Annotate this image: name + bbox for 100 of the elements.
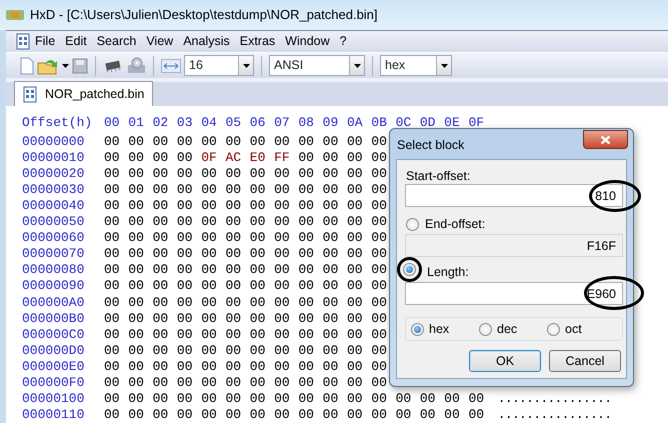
- row-offset: 00000080: [22, 262, 86, 278]
- hex-byte: 00: [298, 262, 315, 278]
- close-icon: [600, 134, 611, 144]
- hex-byte: 00: [298, 406, 315, 423]
- hex-byte: 00: [128, 182, 145, 198]
- dialog-button[interactable]: Cancel: [549, 350, 621, 372]
- file-tab[interactable]: NOR_patched.bin: [14, 81, 154, 106]
- hex-byte: 00: [322, 198, 340, 214]
- offset-field[interactable]: E960: [405, 282, 623, 305]
- menu-item[interactable]: Search: [92, 32, 142, 51]
- hex-byte: 00: [104, 246, 121, 262]
- field-label: dec: [497, 322, 518, 337]
- dropdown-icon[interactable]: [354, 64, 360, 68]
- hex-byte: 00: [468, 406, 486, 423]
- window-title: HxD - [C:\Users\Julien\Desktop\testdump\NOR_patched.bin]: [30, 6, 378, 24]
- hex-byte: 00: [444, 390, 461, 407]
- hex-byte: 00: [322, 166, 340, 182]
- menu-item[interactable]: Window: [280, 32, 335, 51]
- hex-byte: 00: [176, 294, 194, 311]
- row-offset: 00000020: [22, 166, 86, 182]
- caret-icon[interactable]: [62, 64, 69, 68]
- hex-byte: 00: [128, 310, 145, 327]
- hex-byte: 00: [128, 150, 145, 166]
- column-header: 04: [201, 115, 218, 132]
- column-header: 0C: [396, 115, 412, 132]
- hex-byte: 00: [152, 230, 170, 246]
- hex-byte: 00: [250, 342, 266, 359]
- row-offset: 00000100: [22, 390, 86, 407]
- menu-item[interactable]: File: [30, 32, 60, 51]
- offset-field[interactable]: 810: [405, 184, 623, 207]
- hex-byte: 00: [298, 150, 315, 166]
- hex-byte: 00: [371, 278, 388, 295]
- hex-byte: 00: [225, 134, 242, 150]
- hex-byte: 00: [298, 342, 315, 359]
- menu-item[interactable]: Analysis: [178, 32, 235, 51]
- field-label: End-offset:: [425, 217, 486, 232]
- hex-byte: 00: [176, 198, 194, 214]
- bytes-per-row-combo[interactable]: 16: [184, 55, 254, 76]
- hex-byte: 00: [152, 390, 170, 407]
- hex-byte: 00: [176, 326, 194, 343]
- menu-item[interactable]: ?: [334, 32, 352, 51]
- hex-byte: 00: [298, 214, 315, 230]
- dialog-title: Select block: [397, 137, 464, 154]
- hex-byte: 00: [371, 166, 388, 182]
- radio-button[interactable]: [547, 323, 560, 336]
- hex-byte: E0: [250, 150, 266, 166]
- offset-base-combo[interactable]: hex: [380, 55, 452, 76]
- hex-byte: 00: [104, 262, 121, 278]
- hex-byte: 00: [346, 358, 364, 375]
- hex-byte: 00: [201, 262, 218, 278]
- hex-byte: 00: [201, 166, 218, 182]
- hex-byte: 00: [250, 326, 266, 343]
- hex-byte: 00: [420, 390, 436, 407]
- hex-byte: 00: [152, 246, 170, 262]
- hex-byte: 00: [371, 374, 388, 391]
- new-file-icon[interactable]: [20, 56, 34, 74]
- hex-byte: 00: [201, 358, 218, 375]
- menu-item[interactable]: View: [141, 32, 178, 51]
- dropdown-icon[interactable]: [242, 64, 250, 68]
- hex-byte: 00: [346, 166, 364, 182]
- hex-byte: 00: [444, 406, 461, 423]
- hex-byte: 00: [274, 246, 291, 262]
- hex-byte: 00: [176, 406, 194, 423]
- hex-byte: 00: [298, 134, 315, 150]
- hex-byte: 00: [371, 198, 388, 214]
- arrows-icon[interactable]: [161, 58, 181, 72]
- dropdown-icon[interactable]: [440, 64, 448, 68]
- radio-button[interactable]: [411, 323, 424, 336]
- hex-byte: 00: [298, 246, 315, 262]
- hex-byte: 00: [322, 406, 340, 423]
- dialog-button[interactable]: OK: [469, 350, 541, 372]
- column-header: 09: [322, 115, 340, 132]
- hex-byte: 00: [298, 390, 315, 407]
- hex-byte: 00: [322, 358, 340, 375]
- hex-byte: 00: [346, 246, 364, 262]
- hex-byte: 00: [346, 150, 364, 166]
- hex-byte: 00: [128, 166, 145, 182]
- chip-icon[interactable]: [103, 58, 123, 72]
- hex-byte: 00: [371, 390, 388, 407]
- hex-byte: 00: [298, 166, 315, 182]
- hex-byte: 00: [104, 230, 121, 246]
- hex-byte: 00: [225, 310, 242, 327]
- hex-byte: 00: [152, 326, 170, 343]
- close-button[interactable]: [583, 130, 628, 149]
- hex-byte: 00: [371, 182, 388, 198]
- disk-drive-icon[interactable]: [126, 56, 146, 74]
- radio-button[interactable]: [479, 323, 492, 336]
- field-label: oct: [565, 322, 582, 337]
- menu-item[interactable]: Edit: [60, 32, 92, 51]
- hex-byte: 00: [274, 214, 291, 230]
- hex-byte: 00: [128, 326, 145, 343]
- charset-combo[interactable]: ANSI: [269, 55, 365, 76]
- hex-byte: 00: [274, 230, 291, 246]
- column-header: 03: [176, 115, 194, 132]
- hex-byte: 00: [274, 342, 291, 359]
- hex-byte: 00: [152, 198, 170, 214]
- menu-item[interactable]: Extras: [234, 32, 280, 51]
- hex-byte: 00: [225, 390, 242, 407]
- radio-button[interactable]: [403, 263, 416, 276]
- hex-byte: 00: [152, 278, 170, 295]
